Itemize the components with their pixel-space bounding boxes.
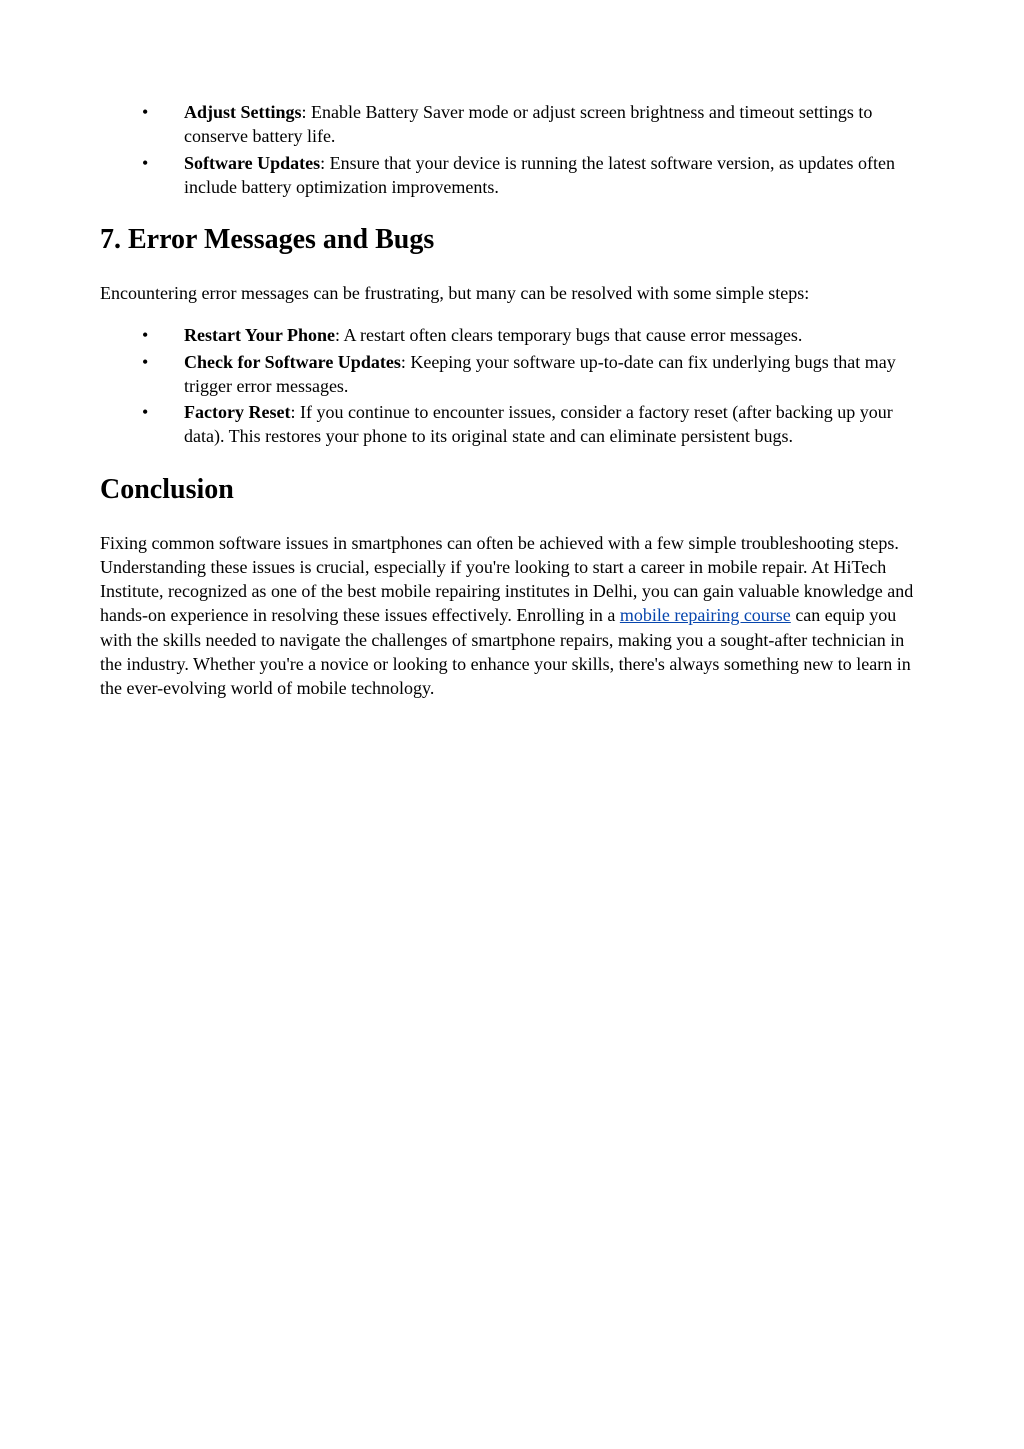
list-item: Check for Software Updates: Keeping your…	[142, 350, 924, 399]
list-item-bold: Software Updates	[184, 153, 320, 173]
list-item-text: : If you continue to encounter issues, c…	[184, 402, 893, 446]
list-item: Software Updates: Ensure that your devic…	[142, 151, 924, 200]
conclusion-heading: Conclusion	[100, 471, 924, 509]
mobile-repairing-course-link[interactable]: mobile repairing course	[620, 605, 791, 625]
section-7-intro: Encountering error messages can be frust…	[100, 281, 924, 305]
list-item-text: : A restart often clears temporary bugs …	[335, 325, 802, 345]
list-item-bold: Check for Software Updates	[184, 352, 401, 372]
list-item-bold: Restart Your Phone	[184, 325, 335, 345]
list-item-bold: Factory Reset	[184, 402, 290, 422]
battery-tips-list: Adjust Settings: Enable Battery Saver mo…	[142, 100, 924, 199]
list-item: Restart Your Phone: A restart often clea…	[142, 323, 924, 347]
error-tips-list: Restart Your Phone: A restart often clea…	[142, 323, 924, 448]
list-item: Adjust Settings: Enable Battery Saver mo…	[142, 100, 924, 149]
section-7-heading: 7. Error Messages and Bugs	[100, 221, 924, 259]
list-item: Factory Reset: If you continue to encoun…	[142, 400, 924, 449]
list-item-bold: Adjust Settings	[184, 102, 302, 122]
conclusion-paragraph: Fixing common software issues in smartph…	[100, 531, 924, 701]
